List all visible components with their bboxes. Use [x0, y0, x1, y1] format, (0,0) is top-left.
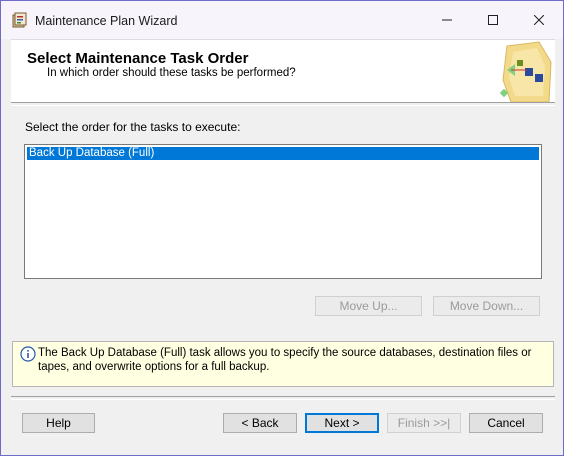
- wizard-graphic-icon: [493, 40, 555, 103]
- list-item[interactable]: Back Up Database (Full): [27, 147, 539, 160]
- minimize-icon: [442, 19, 452, 21]
- next-button[interactable]: Next >: [305, 413, 379, 433]
- maximize-button[interactable]: [470, 1, 516, 39]
- task-order-list[interactable]: Back Up Database (Full): [24, 144, 542, 279]
- cancel-button[interactable]: Cancel: [469, 413, 543, 433]
- page-subtitle: In which order should these tasks be per…: [47, 67, 296, 79]
- wizard-header: Select Maintenance Task Order In which o…: [11, 39, 555, 103]
- task-order-label: Select the order for the tasks to execut…: [25, 120, 241, 134]
- back-button[interactable]: < Back: [223, 413, 297, 433]
- footer-divider: [11, 396, 555, 400]
- close-icon: [534, 15, 544, 25]
- header-divider: [11, 102, 555, 106]
- app-icon: [12, 12, 28, 28]
- minimize-button[interactable]: [424, 1, 470, 39]
- page-title: Select Maintenance Task Order: [27, 50, 249, 67]
- move-down-button[interactable]: Move Down...: [433, 296, 540, 316]
- window-title: Maintenance Plan Wizard: [35, 14, 178, 28]
- task-description-box: The Back Up Database (Full) task allows …: [12, 341, 554, 387]
- close-button[interactable]: [516, 1, 562, 39]
- wizard-window: Maintenance Plan Wizard Select Maintenan…: [0, 0, 564, 456]
- maximize-icon: [488, 15, 498, 25]
- move-up-button[interactable]: Move Up...: [315, 296, 422, 316]
- info-icon: [20, 346, 36, 362]
- finish-button[interactable]: Finish >>|: [387, 413, 461, 433]
- title-bar[interactable]: Maintenance Plan Wizard: [1, 1, 563, 39]
- help-button[interactable]: Help: [22, 413, 95, 433]
- task-description-text: The Back Up Database (Full) task allows …: [38, 347, 532, 373]
